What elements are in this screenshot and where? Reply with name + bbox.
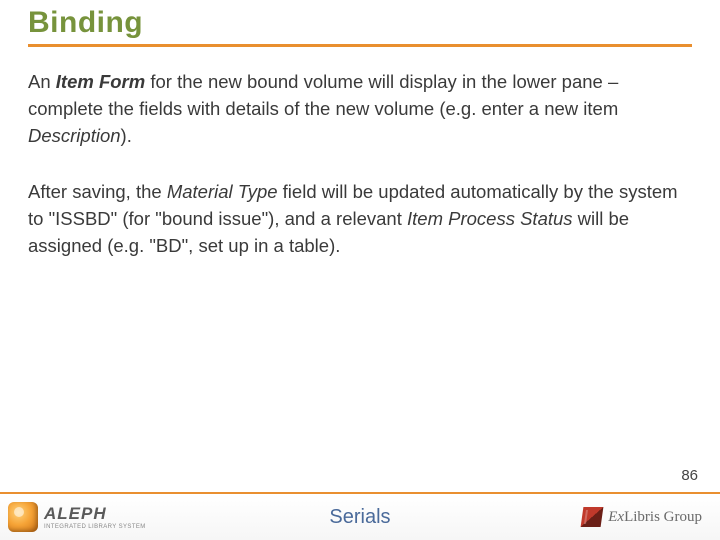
slide: Binding An Item Form for the new bound v…	[0, 0, 720, 540]
aleph-name: ALEPH	[44, 505, 146, 522]
text-italic: Material Type	[167, 181, 278, 202]
footer-bar: ALEPH INTEGRATED LIBRARY SYSTEM Serials …	[0, 492, 720, 540]
text-italic: Item Process Status	[407, 208, 573, 229]
paragraph-2: After saving, the Material Type field wi…	[28, 179, 692, 259]
text-italic: Description	[28, 125, 121, 146]
slide-title: Binding	[28, 6, 692, 47]
aleph-tagline: INTEGRATED LIBRARY SYSTEM	[44, 524, 146, 530]
exlibris-word: Libris	[624, 509, 660, 525]
exlibris-suffix: Group	[660, 509, 702, 525]
slide-body: An Item Form for the new bound volume wi…	[28, 69, 692, 260]
text: ).	[121, 125, 132, 146]
aleph-orb-icon	[8, 502, 38, 532]
exlibris-logo-text: ExLibris Group	[608, 509, 702, 526]
text-bold-italic: Item Form	[56, 71, 145, 92]
text: After saving, the	[28, 181, 167, 202]
paragraph-1: An Item Form for the new bound volume wi…	[28, 69, 692, 149]
exlibris-prefix: Ex	[608, 509, 624, 525]
exlibris-logo: ExLibris Group	[582, 507, 702, 527]
aleph-logo: ALEPH INTEGRATED LIBRARY SYSTEM	[8, 502, 146, 532]
page-number: 86	[681, 467, 698, 484]
text: An	[28, 71, 56, 92]
book-icon	[581, 507, 604, 527]
aleph-logo-text: ALEPH INTEGRATED LIBRARY SYSTEM	[44, 505, 146, 530]
